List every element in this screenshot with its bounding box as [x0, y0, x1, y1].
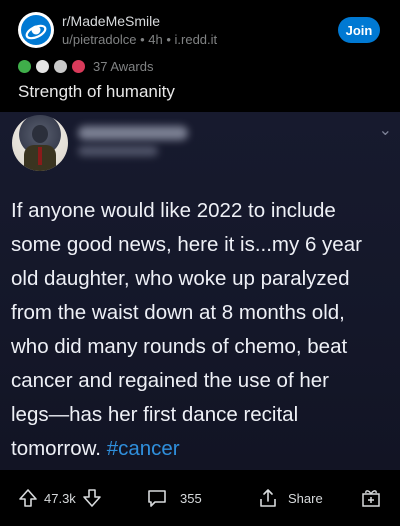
reddit-logo-icon: [21, 15, 51, 45]
vote-count: 47.3k: [44, 490, 76, 506]
downvote-icon[interactable]: [82, 488, 102, 508]
comment-icon: [148, 490, 166, 507]
award-add-icon: [362, 490, 380, 507]
tweet-line: If anyone would like 2022 to include: [11, 199, 336, 222]
award-icon: [18, 59, 31, 73]
tweet-line: from the waist down at 8 months old,: [11, 301, 345, 324]
share-icon: [260, 489, 276, 507]
comments-button[interactable]: 355: [146, 470, 202, 526]
awards-count: 37 Awards: [93, 58, 154, 74]
author-link[interactable]: u/pietradolce: [62, 32, 136, 47]
tweet-line: cancer and regained the use of her: [11, 369, 329, 392]
blurred-display-name: [78, 126, 188, 140]
subreddit-icon[interactable]: [18, 12, 54, 48]
post-actions: 47.3k 355 Share: [0, 470, 400, 526]
award-icon: [36, 59, 49, 73]
award-icon: [72, 59, 85, 73]
post-age: 4h: [148, 32, 163, 47]
tweet-avatar: [12, 115, 68, 171]
award-button[interactable]: [360, 470, 382, 526]
comment-count: 355: [180, 490, 202, 506]
hashtag-link[interactable]: #cancer: [107, 437, 180, 460]
tweet-image[interactable]: ⌄ If anyone would like 2022 to include s…: [0, 112, 400, 470]
tweet-text: If anyone would like 2022 to include som…: [11, 194, 391, 466]
post-domain[interactable]: i.redd.it: [175, 32, 218, 47]
upvote-icon[interactable]: [18, 488, 38, 508]
tweet-line: who did many rounds of chemo, beat: [11, 335, 348, 358]
share-label: Share: [288, 490, 323, 506]
subreddit-name[interactable]: r/MadeMeSmile: [62, 13, 160, 29]
post-title[interactable]: Strength of humanity: [18, 82, 175, 102]
award-icon: [54, 59, 67, 73]
vote-group: 47.3k: [18, 470, 102, 526]
awards-row[interactable]: 37 Awards: [18, 57, 153, 75]
share-button[interactable]: Share: [258, 470, 323, 526]
blurred-handle: [78, 146, 158, 156]
tweet-line: some good news, here it is...my 6 year: [11, 233, 362, 256]
post-header: r/MadeMeSmile u/pietradolce • 4h • i.red…: [0, 0, 400, 112]
tweet-line: legs—has her first dance recital: [11, 403, 299, 426]
tweet-line: old daughter, who woke up paralyzed: [11, 267, 350, 290]
post-meta: u/pietradolce • 4h • i.redd.it: [62, 32, 218, 47]
join-button[interactable]: Join: [338, 17, 380, 43]
chevron-down-icon: ⌄: [378, 122, 392, 139]
tweet-line: tomorrow. #cancer: [11, 437, 180, 460]
